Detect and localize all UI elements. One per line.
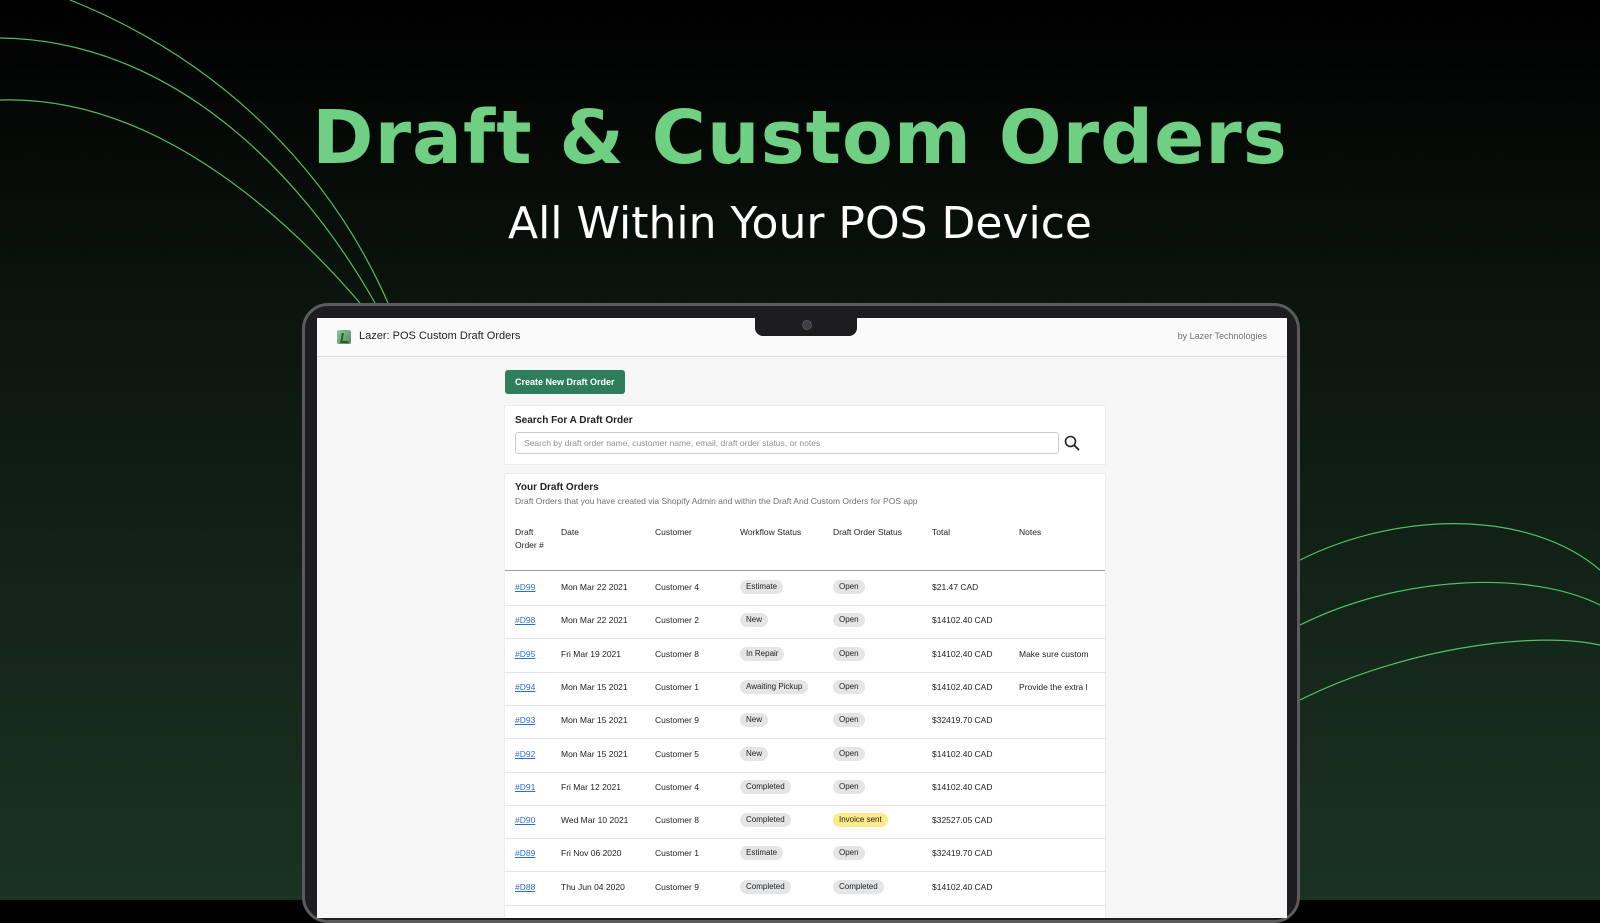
column-header-total[interactable]: Total (932, 526, 950, 539)
order-total: $14102.40 CAD (932, 681, 993, 692)
draft-order-status-badge: Completed (833, 879, 884, 894)
draft-order-link[interactable]: #D92 (515, 749, 535, 759)
draft-order-status-badge: Open (833, 580, 865, 594)
order-total: $32527.05 CAD (932, 815, 993, 826)
column-header-draft-order[interactable]: Draft Order # (515, 526, 545, 552)
customer-name: Customer 8 (655, 815, 699, 826)
customer-name: Customer 9 (655, 881, 699, 892)
draft-order-link[interactable]: #D95 (515, 649, 535, 659)
workflow-status-badge: Completed (740, 813, 791, 828)
orders-heading: Your Draft Orders (515, 482, 599, 493)
order-total: $14102.40 CAD (932, 648, 993, 659)
order-date: Mon Mar 15 2021 (561, 715, 628, 726)
order-date: Fri Mar 12 2021 (561, 781, 621, 792)
table-row[interactable]: #D95 Fri Mar 19 2021 Customer 8 In Repair Op… (505, 638, 1105, 673)
draft-order-status-badge: Open (833, 646, 865, 661)
app-logo-icon (337, 330, 351, 344)
order-date: Wed Mar 10 2021 (561, 815, 629, 826)
order-total: $14102.40 CAD (932, 615, 993, 626)
order-total: $32419.70 CAD (932, 715, 993, 726)
draft-order-status-badge: Open (833, 846, 865, 861)
workflow-status-badge: Completed (740, 879, 791, 894)
column-header-notes[interactable]: Notes (1019, 526, 1041, 539)
workflow-status-badge: New (740, 613, 769, 628)
hero-title: Draft & Custom Orders (312, 95, 1288, 181)
draft-orders-card: Your Draft Orders Draft Orders that you … (505, 474, 1105, 918)
workflow-status-badge: New (740, 713, 769, 728)
draft-order-status-badge: Open (833, 679, 865, 694)
app-screen: Lazer: POS Custom Draft Orders by Lazer … (317, 318, 1287, 918)
camera-notch (755, 316, 857, 336)
customer-name: Customer 4 (655, 781, 699, 792)
column-header-draft-order-status[interactable]: Draft Order Status (833, 526, 902, 539)
orders-subtitle: Draft Orders that you have created via S… (515, 496, 918, 506)
column-header-customer[interactable]: Customer (655, 526, 692, 539)
order-total: $14102.40 CAD (932, 781, 993, 792)
order-date: Fri Nov 06 2020 (561, 848, 622, 859)
order-total: $14102.40 CAD (932, 748, 993, 759)
workflow-status-badge: New (740, 746, 769, 761)
search-input[interactable] (515, 432, 1059, 454)
search-icon[interactable] (1063, 434, 1081, 452)
draft-order-link[interactable]: #D91 (515, 782, 535, 792)
draft-order-status-badge: Open (833, 746, 865, 761)
draft-order-link[interactable]: #D89 (515, 848, 535, 858)
table-row[interactable]: #D93 Mon Mar 15 2021 Customer 9 New Open $324… (505, 704, 1105, 740)
draft-order-link[interactable]: #D93 (515, 715, 535, 725)
order-date: Mon Mar 22 2021 (561, 615, 628, 626)
customer-name: Customer 1 (655, 681, 699, 692)
workflow-status-badge: Estimate (740, 846, 784, 861)
order-date: Mon Mar 22 2021 (561, 582, 628, 592)
table-row[interactable]: #D89 Fri Nov 06 2020 Customer 1 Estimate Ope… (505, 837, 1105, 873)
customer-name: Customer 4 (655, 582, 699, 592)
draft-order-status-badge: Invoice sent (833, 813, 888, 828)
customer-name: Customer 5 (655, 748, 699, 759)
workflow-status-badge: Estimate (740, 580, 784, 594)
search-card: Search For A Draft Order (505, 406, 1105, 464)
order-notes: Provide the extra l (1019, 681, 1088, 692)
create-draft-order-button[interactable]: Create New Draft Order (505, 370, 625, 394)
order-date: Mon Mar 15 2021 (561, 681, 628, 692)
table-row[interactable]: #D98 Mon Mar 22 2021 Customer 2 New Open $141… (505, 604, 1105, 640)
draft-order-status-badge: Open (833, 613, 865, 628)
order-notes: Make sure custom (1019, 648, 1089, 659)
order-date: Thu Jun 04 2020 (561, 881, 625, 892)
app-publisher: by Lazer Technologies (1177, 331, 1267, 341)
order-total: $32419.70 CAD (932, 848, 993, 859)
customer-name: Customer 1 (655, 848, 699, 859)
app-title: Lazer: POS Custom Draft Orders (359, 330, 521, 342)
draft-order-link[interactable]: #D90 (515, 815, 535, 825)
tablet-device: Lazer: POS Custom Draft Orders by Lazer … (302, 303, 1300, 923)
draft-order-status-badge: Open (833, 779, 865, 794)
table-row[interactable]: #D88 Thu Jun 04 2020 Customer 9 Completed Co… (505, 871, 1105, 906)
camera-icon (802, 320, 812, 330)
order-total: $21.47 CAD (932, 582, 979, 592)
table-row[interactable]: #D92 Mon Mar 15 2021 Customer 5 New Open $141… (505, 738, 1105, 773)
customer-name: Customer 8 (655, 648, 699, 659)
draft-order-link[interactable]: #D98 (515, 615, 535, 625)
workflow-status-badge: Awaiting Pickup (740, 679, 809, 694)
table-row[interactable]: #D99 Mon Mar 22 2021 Customer 4 Estimate Ope… (505, 571, 1105, 606)
order-date: Fri Mar 19 2021 (561, 648, 621, 659)
hero-subtitle: All Within Your POS Device (507, 198, 1092, 249)
draft-order-link[interactable]: #D94 (515, 682, 535, 692)
customer-name: Customer 2 (655, 615, 699, 626)
table-row[interactable]: #D94 Mon Mar 15 2021 Customer 1 Awaiting Pi… (505, 671, 1105, 706)
customer-name: Customer 9 (655, 715, 699, 726)
workflow-status-badge: In Repair (740, 646, 785, 661)
column-header-workflow-status[interactable]: Workflow Status (740, 526, 801, 539)
search-heading: Search For A Draft Order (515, 415, 633, 426)
table-row[interactable]: #D90 Wed Mar 10 2021 Customer 8 Completed In… (505, 804, 1105, 840)
order-total: $14102.40 CAD (932, 881, 993, 892)
workflow-status-badge: Completed (740, 779, 791, 794)
table-row[interactable]: #D91 Fri Mar 12 2021 Customer 4 Completed Op… (505, 771, 1105, 806)
draft-order-status-badge: Open (833, 713, 865, 728)
order-date: Mon Mar 15 2021 (561, 748, 628, 759)
draft-order-link[interactable]: #D99 (515, 582, 535, 592)
draft-order-link[interactable]: #D88 (515, 882, 535, 892)
column-header-date[interactable]: Date (561, 526, 579, 539)
